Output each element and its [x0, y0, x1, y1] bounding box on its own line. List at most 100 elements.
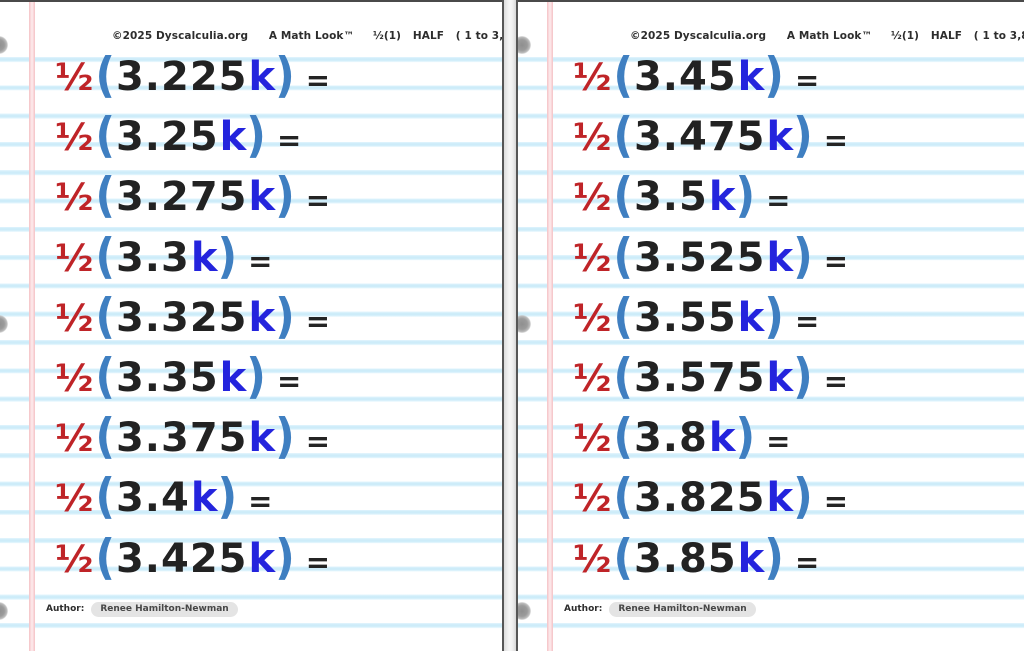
open-paren: (	[95, 288, 115, 345]
author-label: Author:	[46, 604, 85, 614]
open-paren: (	[613, 348, 633, 405]
equals-sign: =	[823, 243, 849, 278]
unit-k: k	[248, 54, 276, 100]
operand-value: 3.575	[633, 354, 766, 401]
equals-sign: =	[305, 183, 331, 218]
math-problem: ½(3.425k) =	[55, 528, 330, 588]
open-paren: (	[95, 47, 115, 104]
unit-k: k	[708, 174, 736, 221]
worksheet-page-25: ©2025 Dyscalculia.org A Math Look™ ½(1) …	[0, 0, 502, 651]
fraction-half: ½	[55, 56, 94, 99]
operand-value: 3.35	[115, 354, 219, 401]
equals-sign: =	[305, 544, 331, 579]
fraction-half: ½	[573, 116, 612, 160]
open-paren: (	[613, 469, 633, 526]
fraction-half: ½	[55, 176, 94, 220]
author-name-badge: Renee Hamilton-Newman	[91, 601, 238, 617]
unit-k: k	[219, 354, 247, 401]
page-header: ©2025 Dyscalculia.org A Math Look™ ½(1) …	[112, 30, 502, 42]
equals-sign: =	[766, 183, 791, 218]
equals-sign: =	[248, 484, 273, 519]
fraction-half: ½	[55, 356, 94, 400]
operand-value: 3.225	[115, 54, 248, 100]
equals-sign: =	[794, 303, 820, 338]
punch-hole	[0, 36, 8, 54]
math-problem: ½(3.475k) =	[573, 106, 848, 166]
unit-k: k	[737, 294, 765, 341]
equals-sign: =	[305, 63, 331, 97]
close-paren: )	[275, 529, 295, 586]
unit-k: k	[766, 114, 794, 161]
equals-sign: =	[305, 424, 331, 459]
unit-k: k	[766, 354, 794, 401]
operand-value: 3.8	[633, 415, 708, 462]
equals-sign: =	[305, 303, 331, 338]
punch-hole	[0, 602, 8, 620]
close-paren: )	[217, 469, 238, 526]
series-label: ½(1)	[890, 30, 920, 42]
close-paren: )	[275, 288, 295, 345]
copyright-text: ©2025 Dyscalculia.org	[630, 30, 767, 42]
margin-line	[29, 2, 35, 651]
unit-k: k	[190, 475, 218, 522]
close-paren: )	[246, 108, 266, 165]
close-paren: )	[275, 168, 295, 225]
worksheet-spread: ©2025 Dyscalculia.org A Math Look™ ½(1) …	[0, 0, 1024, 651]
mode-label: HALF	[412, 30, 445, 42]
unit-k: k	[219, 114, 247, 161]
math-problem: ½(3.5k) =	[573, 166, 848, 226]
close-paren: )	[275, 409, 295, 466]
margin-line	[547, 2, 553, 651]
close-paren: )	[764, 288, 784, 345]
equals-sign: =	[276, 363, 302, 398]
open-paren: (	[613, 228, 633, 285]
math-problem: ½(3.575k) =	[573, 347, 848, 407]
equals-sign: =	[766, 424, 791, 459]
math-problem: ½(3.825k) =	[573, 467, 848, 527]
close-paren: )	[793, 348, 813, 405]
operand-value: 3.375	[115, 415, 248, 462]
range-label: ( 1 to 3,850)	[973, 30, 1024, 42]
fraction-half: ½	[573, 236, 612, 280]
open-paren: (	[613, 47, 633, 104]
math-problem: ½(3.25k) =	[55, 106, 330, 166]
copyright-text: ©2025 Dyscalculia.org	[112, 30, 249, 42]
open-paren: (	[613, 288, 633, 345]
operand-value: 3.4	[115, 475, 190, 522]
equals-sign: =	[823, 123, 849, 158]
close-paren: )	[764, 47, 784, 104]
author-name-badge: Renee Hamilton-Newman	[609, 601, 756, 617]
operand-value: 3.325	[115, 294, 248, 341]
close-paren: )	[793, 108, 813, 165]
close-paren: )	[793, 228, 813, 285]
open-paren: (	[95, 469, 115, 526]
punch-hole	[518, 602, 531, 620]
fraction-half: ½	[55, 116, 94, 160]
equals-sign: =	[794, 63, 820, 97]
fraction-half: ½	[55, 477, 94, 521]
unit-k: k	[248, 415, 276, 462]
math-problem: ½(3.4k) =	[55, 467, 330, 527]
operand-value: 3.85	[633, 535, 737, 582]
open-paren: (	[95, 348, 115, 405]
math-problem: ½(3.325k) =	[55, 287, 330, 347]
fraction-half: ½	[573, 477, 612, 521]
author-label: Author:	[564, 604, 603, 614]
unit-k: k	[737, 54, 765, 100]
operand-value: 3.825	[633, 475, 766, 522]
fraction-half: ½	[55, 296, 94, 340]
worksheet-page-26: ©2025 Dyscalculia.org A Math Look™ ½(1) …	[518, 0, 1024, 651]
page-footer: Author: Renee Hamilton-Newman	[564, 600, 756, 618]
math-problem: ½(3.3k) =	[55, 227, 330, 287]
operand-value: 3.275	[115, 174, 248, 221]
punch-hole	[0, 315, 8, 333]
problem-list: ½(3.45k) = ½(3.475k) = ½(3.5k) = ½(3.525k) =…	[573, 46, 848, 588]
fraction-half: ½	[573, 417, 612, 461]
unit-k: k	[766, 234, 794, 281]
fraction-half: ½	[55, 537, 94, 581]
fraction-half: ½	[55, 236, 94, 280]
open-paren: (	[613, 529, 633, 586]
unit-k: k	[248, 535, 276, 582]
open-paren: (	[95, 529, 115, 586]
operand-value: 3.55	[633, 294, 737, 341]
